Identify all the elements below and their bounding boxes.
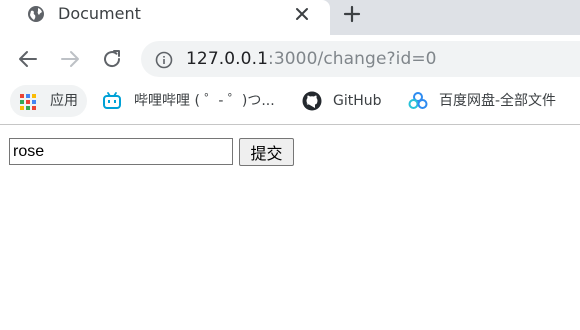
- baidu-pan-icon: [408, 92, 428, 109]
- page-content: 提交: [0, 126, 580, 330]
- plus-icon[interactable]: [341, 3, 363, 25]
- apps-grid-icon: [20, 94, 36, 110]
- browser-toolbar: 127.0.0.1:3000/change?id=0: [0, 35, 580, 83]
- bookmark-baidu-pan[interactable]: 百度网盘-全部文件: [406, 83, 580, 119]
- arrow-right-icon[interactable]: [58, 47, 82, 71]
- submit-button[interactable]: 提交: [239, 138, 294, 166]
- bookmark-label: 百度网盘-全部文件: [439, 93, 557, 109]
- url-text[interactable]: 127.0.0.1:3000/change?id=0: [186, 48, 437, 70]
- reload-icon[interactable]: [100, 47, 124, 71]
- url-host: 127.0.0.1: [186, 49, 269, 69]
- bookmarks-bar: 应用 哔哩哔哩 ( ゜- ゜)つ... GitHub 百度网盘-全部文件: [0, 83, 580, 125]
- info-icon[interactable]: [155, 51, 173, 69]
- bookmark-github[interactable]: GitHub: [300, 83, 395, 119]
- bookmark-apps[interactable]: 应用: [10, 85, 87, 117]
- url-path: :3000/change?id=0: [268, 49, 437, 69]
- close-icon[interactable]: [293, 5, 311, 23]
- bookmark-bilibili[interactable]: 哔哩哔哩 ( ゜- ゜)つ...: [100, 83, 290, 119]
- github-icon: [302, 91, 322, 111]
- globe-icon: [28, 6, 44, 22]
- bookmark-label: 应用: [50, 93, 78, 109]
- bookmark-label: GitHub: [333, 93, 382, 109]
- bilibili-icon: [103, 92, 121, 109]
- tab-strip: Document: [0, 0, 580, 35]
- name-input[interactable]: [9, 138, 233, 165]
- bookmark-label: 哔哩哔哩 ( ゜- ゜)つ...: [134, 93, 275, 109]
- arrow-left-icon[interactable]: [16, 47, 40, 71]
- tab-title: Document: [58, 4, 141, 23]
- tab-document[interactable]: Document: [0, 0, 330, 35]
